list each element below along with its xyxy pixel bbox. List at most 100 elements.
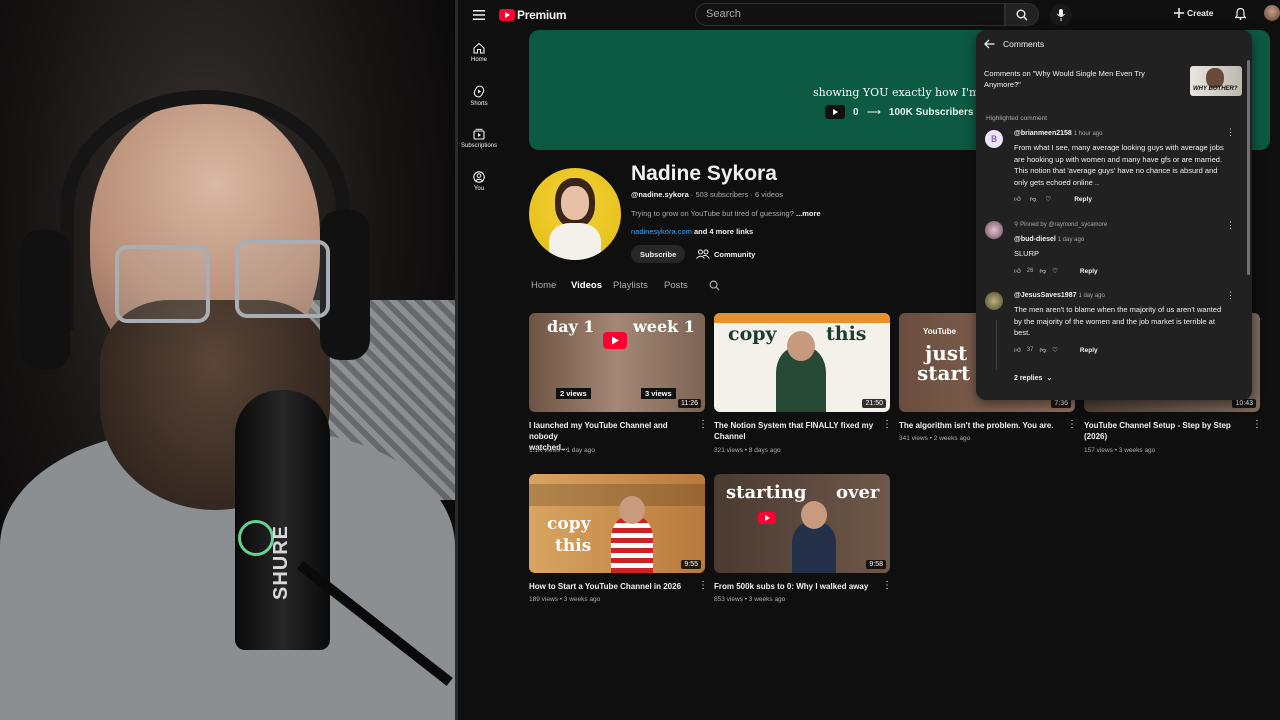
comments-video-thumbnail[interactable]: WHY BOTHER? bbox=[1190, 66, 1242, 96]
create-button[interactable]: Create bbox=[1174, 8, 1213, 18]
replies-count: 2 replies bbox=[1014, 374, 1043, 382]
video-title[interactable]: How to Start a YouTube Channel in 2026 bbox=[529, 581, 694, 592]
more-links[interactable]: and 4 more links bbox=[694, 227, 753, 236]
more-options-icon[interactable]: ⋮ bbox=[1252, 419, 1262, 430]
dislike-icon[interactable]: 👎︎ bbox=[1030, 195, 1037, 203]
comment-time: 1 day ago bbox=[1057, 237, 1085, 243]
video-thumbnail[interactable]: copy this 9:55 bbox=[529, 474, 705, 573]
community-label: Community bbox=[714, 249, 756, 259]
thumb-text: starting bbox=[726, 482, 807, 503]
chevron-down-icon: ⌄ bbox=[1046, 375, 1053, 382]
video-title[interactable]: The Notion System that FINALLY fixed my C… bbox=[714, 420, 879, 442]
reply-button[interactable]: Reply bbox=[1080, 347, 1098, 354]
notifications-bell-icon[interactable] bbox=[1232, 6, 1248, 22]
like-icon[interactable]: 👍︎ bbox=[1014, 195, 1021, 203]
sidebar-item-shorts[interactable]: Shorts bbox=[458, 85, 500, 107]
dislike-icon[interactable]: 👎︎ bbox=[1039, 267, 1046, 275]
menu-icon[interactable] bbox=[470, 6, 488, 24]
comment-actions: 👍︎ 👎︎ ♡ Reply bbox=[1014, 195, 1092, 204]
comment-line: by the majority of the women and the job… bbox=[1014, 316, 1215, 326]
comment-options-icon[interactable]: ⋮ bbox=[1226, 127, 1235, 138]
thumb-text: WHY BOTHER? bbox=[1193, 86, 1238, 92]
thumb-text: copy bbox=[547, 514, 591, 534]
reply-button[interactable]: Reply bbox=[1074, 196, 1092, 203]
comment-options-icon[interactable]: ⋮ bbox=[1226, 290, 1235, 301]
heart-icon[interactable]: ♡ bbox=[1052, 346, 1058, 354]
back-arrow-icon[interactable] bbox=[984, 39, 995, 49]
comments-panel: Comments Comments on "Why Would Single M… bbox=[976, 30, 1252, 400]
comment-avatar[interactable]: B bbox=[985, 130, 1003, 148]
video-meta: 341 views • 2 weeks ago bbox=[899, 435, 971, 442]
youtube-premium-logo[interactable]: Premium bbox=[499, 8, 567, 22]
video-duration: 7:36 bbox=[1051, 399, 1071, 408]
video-title[interactable]: YouTube Channel Setup - Step by Step (202… bbox=[1084, 420, 1249, 442]
comment-avatar[interactable] bbox=[985, 292, 1003, 310]
view-badge: 3 views bbox=[641, 388, 676, 399]
tab-playlists[interactable]: Playlists bbox=[613, 280, 648, 291]
you-icon bbox=[473, 171, 485, 183]
community-button[interactable]: Community bbox=[696, 245, 755, 263]
pinned-text: Pinned by @raymond_sycamore bbox=[1020, 222, 1108, 228]
title-line: I launched my YouTube Channel and nobody bbox=[529, 421, 668, 441]
subscribe-label: Subscribe bbox=[640, 249, 677, 259]
sidebar-item-home[interactable]: Home bbox=[458, 42, 500, 63]
comments-video-title[interactable]: Comments on "Why Would Single Men Even T… bbox=[984, 68, 1184, 90]
youtube-play-icon bbox=[825, 105, 845, 119]
view-replies-button[interactable]: 2 replies ⌄ bbox=[1014, 374, 1053, 383]
comment-author[interactable]: @bud-diesel 1 day ago bbox=[1014, 236, 1084, 243]
comment-author[interactable]: @brianmeen2158 1 hour ago bbox=[1014, 130, 1102, 137]
description-more-link[interactable]: ...more bbox=[796, 209, 821, 218]
comment-text: SLURP bbox=[1014, 249, 1040, 258]
comments-scrollbar[interactable] bbox=[1247, 60, 1250, 275]
like-icon[interactable]: 👍︎ bbox=[1014, 346, 1021, 354]
video-thumbnail[interactable]: starting over 9:58 bbox=[714, 474, 890, 573]
tab-posts[interactable]: Posts bbox=[664, 280, 688, 291]
sidebar-label-subscriptions: Subscriptions bbox=[460, 143, 498, 149]
reply-button[interactable]: Reply bbox=[1080, 268, 1098, 275]
comment-options-icon[interactable]: ⋮ bbox=[1226, 220, 1235, 231]
tab-videos[interactable]: Videos bbox=[571, 280, 602, 291]
title-line: The Notion System that FINALLY fixed my bbox=[714, 421, 874, 430]
video-thumbnail[interactable]: day 1 week 1 2 views 3 views 11:26 bbox=[529, 313, 705, 412]
home-icon bbox=[473, 42, 485, 54]
comment-line: only gets echoed online .. bbox=[1014, 177, 1100, 187]
account-avatar[interactable] bbox=[1264, 5, 1280, 21]
thumb-text: over bbox=[836, 482, 880, 503]
comment-avatar[interactable] bbox=[985, 221, 1003, 239]
comments-panel-title: Comments bbox=[1003, 39, 1045, 49]
video-title[interactable]: From 500k subs to 0: Why I walked away bbox=[714, 581, 879, 592]
search-button[interactable] bbox=[1005, 3, 1039, 26]
more-options-icon[interactable]: ⋮ bbox=[882, 580, 892, 591]
dislike-icon[interactable]: 👎︎ bbox=[1039, 346, 1046, 354]
heart-icon[interactable]: ♡ bbox=[1052, 267, 1058, 275]
comment-actions: 👍︎ 26 👎︎ ♡ Reply bbox=[1014, 267, 1098, 276]
comment-text: The men aren't to blame when the majorit… bbox=[1014, 304, 1242, 339]
more-options-icon[interactable]: ⋮ bbox=[1067, 419, 1077, 430]
heart-icon[interactable]: ♡ bbox=[1045, 195, 1051, 203]
comment-line: The men aren't to blame when the majorit… bbox=[1014, 305, 1222, 314]
more-options-icon[interactable]: ⋮ bbox=[698, 580, 708, 591]
video-title-line: Comments on "Why Would Single Men Even T… bbox=[984, 69, 1145, 78]
sidebar-item-you[interactable]: You bbox=[458, 171, 500, 192]
channel-website-link[interactable]: nadinesykora.com bbox=[631, 227, 692, 236]
video-thumbnail[interactable]: copy this 21:50 bbox=[714, 313, 890, 412]
thumb-text: this bbox=[555, 536, 592, 556]
search-input[interactable]: Search bbox=[695, 3, 1005, 26]
author-name: @brianmeen2158 bbox=[1014, 130, 1072, 137]
top-bar: Premium Search Create bbox=[458, 0, 1280, 30]
tab-home[interactable]: Home bbox=[531, 280, 556, 291]
create-label: Create bbox=[1187, 8, 1214, 18]
like-icon[interactable]: 👍︎ bbox=[1014, 267, 1021, 275]
mic-icon bbox=[1057, 9, 1065, 21]
thumb-text: week 1 bbox=[633, 317, 695, 336]
channel-search-icon[interactable] bbox=[709, 280, 720, 291]
more-options-icon[interactable]: ⋮ bbox=[882, 419, 892, 430]
channel-description[interactable]: Trying to grow on YouTube but tired of g… bbox=[631, 209, 821, 218]
subscribe-button[interactable]: Subscribe bbox=[631, 245, 686, 263]
sidebar-item-subscriptions[interactable]: Subscriptions bbox=[458, 128, 500, 149]
comment-author[interactable]: @JesusSaves1987 1 day ago bbox=[1014, 292, 1105, 299]
video-title[interactable]: The algorithm isn't the problem. You are… bbox=[899, 420, 1064, 431]
more-options-icon[interactable]: ⋮ bbox=[698, 419, 708, 430]
voice-search-button[interactable] bbox=[1050, 4, 1072, 26]
author-name: @bud-diesel bbox=[1014, 236, 1056, 243]
